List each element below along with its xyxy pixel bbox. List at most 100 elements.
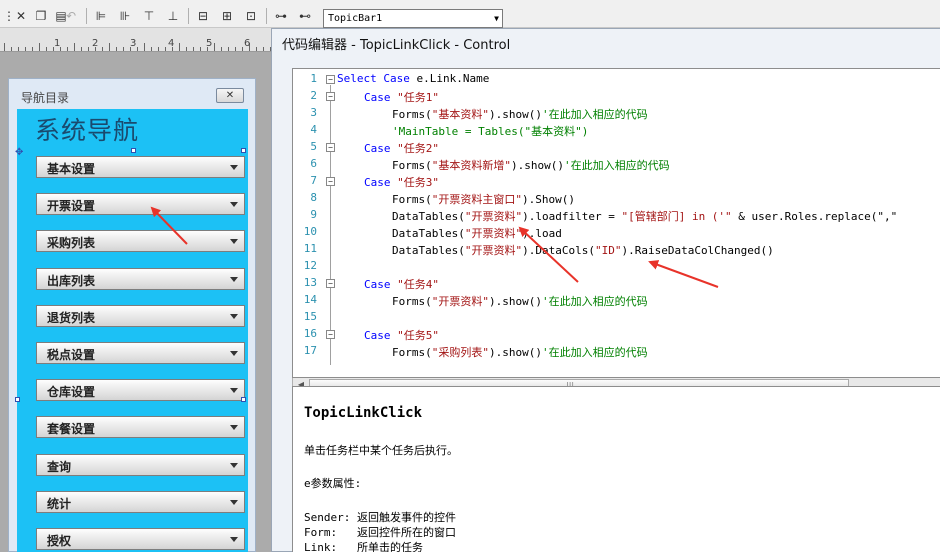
ruler-label: 2 <box>92 38 99 49</box>
copy-icon[interactable]: ❐ <box>32 7 50 25</box>
code-line-16: Case "任务5" <box>364 329 439 342</box>
ruler-label: 3 <box>130 38 137 49</box>
ruler-label: 4 <box>168 38 175 49</box>
nav-item-label: 基本设置 <box>47 162 96 176</box>
chevron-down-icon <box>230 202 238 208</box>
nav-panel-body: 系统导航 基本设置开票设置采购列表出库列表退货列表税点设置仓库设置套餐设置查询统… <box>17 109 248 552</box>
chevron-down-icon <box>230 276 238 282</box>
line-number: 7 <box>310 174 317 187</box>
resize-handle[interactable] <box>15 397 20 402</box>
nav-item[interactable]: 开票设置 <box>36 193 245 216</box>
fold-toggle[interactable]: − <box>326 143 335 152</box>
ruler-label: 6 <box>244 38 251 49</box>
chevron-down-icon <box>230 313 238 319</box>
nav-item[interactable]: 套餐设置 <box>36 416 245 439</box>
ruler-tick <box>11 47 12 51</box>
chevron-down-icon <box>230 462 238 468</box>
nav-item[interactable]: 统计 <box>36 490 245 513</box>
nav-item[interactable]: 出库列表 <box>36 267 245 290</box>
fold-toggle[interactable]: − <box>326 75 335 84</box>
nav-item[interactable]: 退货列表 <box>36 304 245 327</box>
ruler-tick <box>39 43 40 51</box>
resize-handle[interactable] <box>241 397 246 402</box>
code-line-17: Forms("采购列表").show()'在此加入相应的代码 <box>392 346 648 359</box>
designer-toolbar: ⋮ ✕ ❐ ▤ ↶ ⊫ ⊪ ⊤ ⊥ ⊟ ⊞ ⊡ ⊶ ⊷ TopicBar1 ▼ <box>0 0 940 28</box>
move-handle-icon[interactable]: ✥ <box>15 147 25 158</box>
nav-big-title: 系统导航 <box>35 116 140 145</box>
nav-item[interactable]: 基本设置 <box>36 156 245 178</box>
code-line-8: Forms("开票资料主窗口").Show() <box>392 193 575 206</box>
code-line-10: DataTables("开票资料").load <box>392 227 562 240</box>
chevron-down-icon <box>230 499 238 505</box>
align-top-icon[interactable]: ⊤ <box>140 7 158 25</box>
distribute-icon[interactable]: ⊷ <box>296 7 314 25</box>
ruler-label: 5 <box>206 38 213 49</box>
toolbar-separator <box>266 8 267 24</box>
code-line-7: Case "任务3" <box>364 176 439 189</box>
fold-toggle[interactable]: − <box>326 279 335 288</box>
line-number: 6 <box>310 157 317 170</box>
align-bottom-icon[interactable]: ⊥ <box>164 7 182 25</box>
nav-item-label: 授权 <box>47 534 72 548</box>
code-line-5: Case "任务2" <box>364 142 439 155</box>
align-left-icon[interactable]: ⊫ <box>92 7 110 25</box>
code-line-3: Forms("基本资料").show()'在此加入相应的代码 <box>392 108 648 121</box>
ruler-tick <box>46 47 47 51</box>
ruler-tick <box>200 47 201 51</box>
ruler-tick <box>235 47 236 51</box>
line-number: 14 <box>303 293 317 306</box>
ruler-tick <box>88 47 89 51</box>
topic-select[interactable]: TopicBar1 ▼ <box>323 9 503 28</box>
chevron-down-icon <box>230 425 238 431</box>
cut-icon[interactable]: ✕ <box>12 7 30 25</box>
line-number: 13 <box>303 276 317 289</box>
nav-panel-header: 导航目录 ✕ <box>9 79 255 109</box>
code-editor-window: 代码编辑器 - TopicLinkClick - Control 1234567… <box>271 28 940 552</box>
ruler-tick <box>256 47 257 51</box>
ruler-tick <box>123 47 124 51</box>
nav-item-label: 采购列表 <box>47 236 96 251</box>
chevron-down-icon <box>230 165 238 170</box>
ruler-tick <box>151 47 152 51</box>
fold-toggle[interactable]: − <box>326 177 335 186</box>
code-line-6: Forms("基本资料新增").show()'在此加入相应的代码 <box>392 159 670 172</box>
code-line-1: Select Case e.Link.Name <box>337 72 490 85</box>
nav-item[interactable]: 采购列表 <box>36 230 245 253</box>
nav-item[interactable]: 税点设置 <box>36 342 245 364</box>
code-editor[interactable]: 1 2 3 4 5 6 7 8 9 10 11 12 13 14 15 16 17 − − − − − − Se… <box>292 68 940 378</box>
fold-toggle[interactable]: − <box>326 92 335 101</box>
line-number: 16 <box>303 327 317 340</box>
ruler-tick <box>165 47 166 51</box>
nav-item[interactable]: 仓库设置 <box>36 379 245 402</box>
ruler-tick <box>74 43 75 51</box>
line-number: 10 <box>303 225 317 238</box>
nav-item[interactable]: 查询 <box>36 453 245 476</box>
ruler-tick <box>109 43 110 51</box>
nav-item-label: 开票设置 <box>47 199 96 214</box>
nav-item[interactable]: 授权 <box>36 528 245 550</box>
align-right-icon[interactable]: ⊪ <box>116 7 134 25</box>
close-button[interactable]: ✕ <box>216 88 244 103</box>
undo-icon[interactable]: ↶ <box>62 7 80 25</box>
chevron-down-icon <box>230 537 238 542</box>
nav-item-label: 套餐设置 <box>47 422 96 437</box>
fold-toggle[interactable]: − <box>326 330 335 339</box>
code-line-2: Case "任务1" <box>364 91 439 104</box>
navigation-panel: 导航目录 ✕ 系统导航 基本设置开票设置采购列表出库列表退货列表税点设置仓库设置… <box>8 78 256 552</box>
help-param-form: Form: 返回控件所在的窗口 <box>304 526 456 539</box>
help-param-link: Link: 所单击的任务 <box>304 541 423 552</box>
tab-order-icon[interactable]: ⊶ <box>272 7 290 25</box>
ruler-tick <box>4 43 5 51</box>
nav-item-label: 退货列表 <box>47 310 96 325</box>
same-height-icon[interactable]: ⊞ <box>218 7 236 25</box>
same-width-icon[interactable]: ⊟ <box>194 7 212 25</box>
resize-handle[interactable] <box>241 148 246 153</box>
ruler-tick <box>193 47 194 51</box>
ruler-tick <box>32 47 33 51</box>
nav-item-label: 税点设置 <box>47 348 96 362</box>
nav-item-label: 查询 <box>47 459 72 474</box>
resize-handle[interactable] <box>131 148 136 153</box>
chevron-down-icon <box>230 239 238 245</box>
ruler-tick <box>179 43 180 51</box>
same-size-icon[interactable]: ⊡ <box>242 7 260 25</box>
